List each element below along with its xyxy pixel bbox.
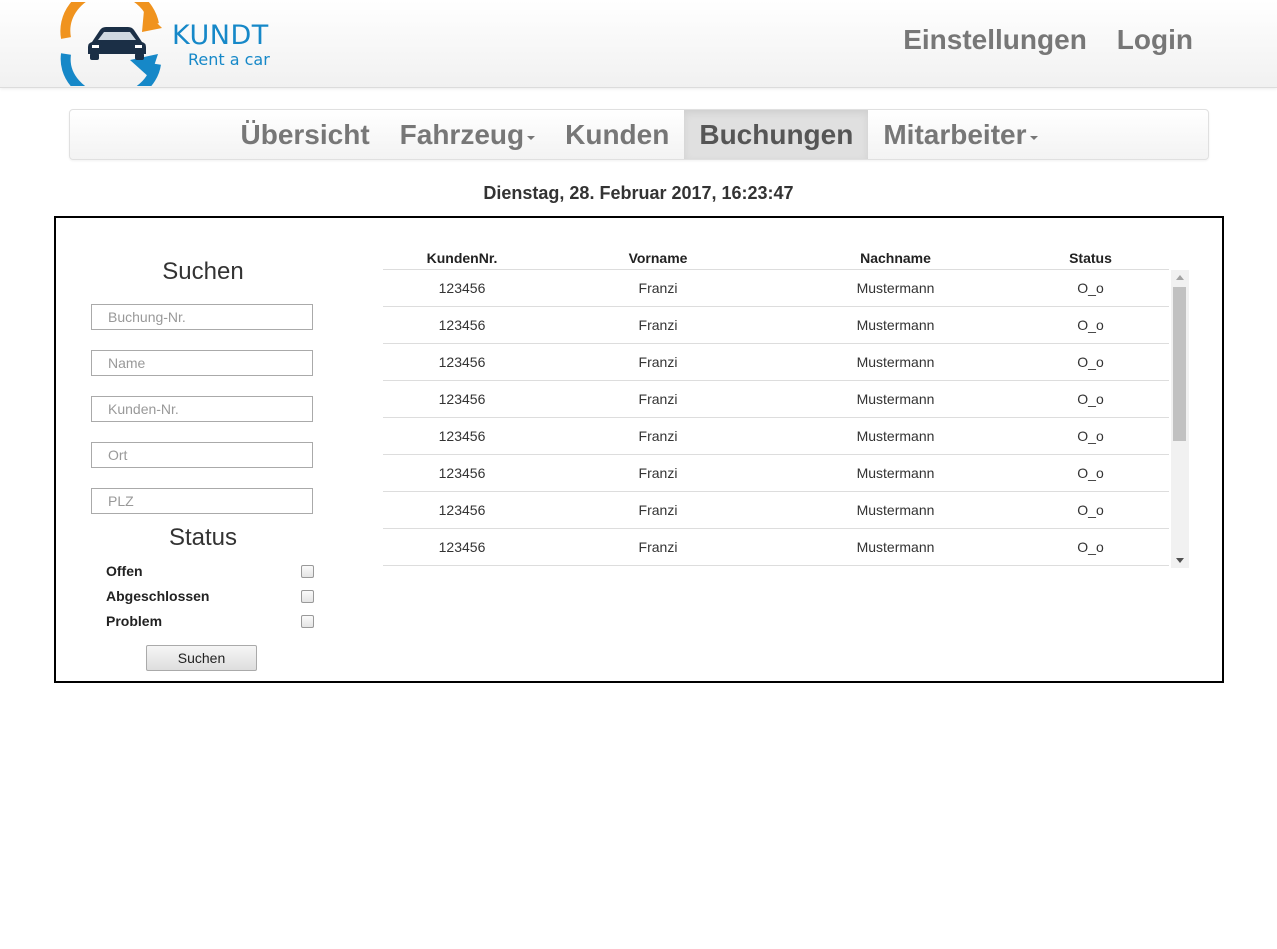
search-title: Suchen — [162, 258, 244, 285]
cell-vorname: Franzi — [638, 428, 678, 444]
cell-nachname: Mustermann — [856, 391, 935, 407]
cell-nachname: Mustermann — [856, 502, 935, 518]
nav-item-kunden[interactable]: Kunden — [550, 110, 684, 159]
caret-down-icon — [527, 135, 536, 140]
cell-vorname: Franzi — [638, 502, 678, 518]
search-button[interactable]: Suchen — [146, 645, 257, 671]
cell-status: O_o — [1077, 317, 1104, 333]
cell-nachname: Mustermann — [856, 280, 935, 296]
name-input[interactable] — [91, 350, 313, 376]
cell-kundennr: 123456 — [438, 502, 486, 518]
checkbox-label: Offen — [106, 563, 143, 579]
cell-status: O_o — [1077, 502, 1104, 518]
settings-link[interactable]: Einstellungen — [903, 24, 1087, 56]
cell-nachname: Mustermann — [856, 465, 935, 481]
table-row[interactable]: 123456 Franzi Mustermann O_o — [383, 381, 1169, 418]
nav-item-label: Kunden — [565, 118, 670, 150]
nav-item-label: Übersicht — [240, 118, 370, 150]
cell-status: O_o — [1077, 539, 1104, 555]
city-input[interactable] — [91, 442, 313, 468]
brand-logo[interactable]: KUNDT Rent a car — [58, 2, 298, 86]
cell-vorname: Franzi — [638, 539, 678, 555]
table-header: KundenNr. Vorname Nachname Status — [383, 248, 1169, 270]
nav-item-label: Mitarbeiter — [883, 118, 1027, 150]
status-option-offen: Offen — [106, 563, 314, 581]
brand-name: KUNDT — [172, 20, 269, 51]
cell-nachname: Mustermann — [856, 428, 935, 444]
cell-status: O_o — [1077, 280, 1104, 296]
cell-status: O_o — [1077, 391, 1104, 407]
current-datetime: Dienstag, 28. Februar 2017, 16:23:47 — [483, 183, 794, 203]
nav-item-uebersicht[interactable]: Übersicht — [226, 110, 385, 159]
cell-nachname: Mustermann — [856, 317, 935, 333]
column-header-kundennr[interactable]: KundenNr. — [403, 250, 521, 266]
nav-item-mitarbeiter[interactable]: Mitarbeiter — [868, 110, 1052, 159]
cell-status: O_o — [1077, 354, 1104, 370]
bookings-panel: Suchen Status Offen Abgeschlossen Proble… — [54, 216, 1224, 683]
column-header-status[interactable]: Status — [1043, 250, 1138, 266]
nav-item-label: Fahrzeug — [399, 118, 525, 150]
main-navigation: Übersicht Fahrzeug Kunden Buchungen Mita… — [69, 109, 1209, 160]
cell-kundennr: 123456 — [438, 391, 486, 407]
checkbox-label: Problem — [106, 613, 163, 629]
nav-item-label: Buchungen — [699, 118, 854, 150]
problem-checkbox[interactable] — [301, 615, 314, 628]
abgeschlossen-checkbox[interactable] — [301, 590, 314, 603]
table-row[interactable]: 123456 Franzi Mustermann O_o — [383, 307, 1169, 344]
cell-vorname: Franzi — [638, 280, 678, 296]
column-header-vorname[interactable]: Vorname — [583, 250, 733, 266]
postal-code-input[interactable] — [91, 488, 313, 514]
booking-number-input[interactable] — [91, 304, 313, 330]
login-link[interactable]: Login — [1117, 24, 1193, 56]
table-row[interactable]: 123456 Franzi Mustermann O_o — [383, 529, 1169, 566]
table-body: 123456 Franzi Mustermann O_o 123456 Fran… — [383, 270, 1169, 566]
cell-nachname: Mustermann — [856, 354, 935, 370]
brand-tagline: Rent a car — [188, 50, 270, 69]
cell-kundennr: 123456 — [438, 465, 486, 481]
table-scrollbar[interactable] — [1171, 270, 1189, 568]
car-swap-logo-icon — [60, 2, 162, 86]
cell-kundennr: 123456 — [438, 428, 486, 444]
top-nav: Einstellungen Login — [903, 24, 1193, 56]
status-option-abgeschlossen: Abgeschlossen — [106, 588, 314, 606]
cell-vorname: Franzi — [638, 465, 678, 481]
cell-kundennr: 123456 — [438, 539, 486, 555]
cell-kundennr: 123456 — [438, 354, 486, 370]
table-row[interactable]: 123456 Franzi Mustermann O_o — [383, 344, 1169, 381]
customer-number-input[interactable] — [91, 396, 313, 422]
table-row[interactable]: 123456 Franzi Mustermann O_o — [383, 455, 1169, 492]
cell-status: O_o — [1077, 465, 1104, 481]
checkbox-label: Abgeschlossen — [106, 588, 210, 604]
cell-vorname: Franzi — [638, 391, 678, 407]
status-title: Status — [168, 524, 238, 551]
top-bar: KUNDT Rent a car Einstellungen Login — [0, 0, 1277, 88]
cell-vorname: Franzi — [638, 317, 678, 333]
table-row[interactable]: 123456 Franzi Mustermann O_o — [383, 270, 1169, 307]
nav-item-fahrzeug[interactable]: Fahrzeug — [385, 110, 550, 159]
status-option-problem: Problem — [106, 613, 314, 631]
caret-down-icon — [1029, 135, 1038, 140]
cell-nachname: Mustermann — [856, 539, 935, 555]
cell-vorname: Franzi — [638, 354, 678, 370]
scroll-up-arrow-icon[interactable] — [1176, 275, 1184, 280]
nav-item-buchungen[interactable]: Buchungen — [684, 110, 869, 159]
cell-kundennr: 123456 — [438, 317, 486, 333]
cell-status: O_o — [1077, 428, 1104, 444]
table-row[interactable]: 123456 Franzi Mustermann O_o — [383, 492, 1169, 529]
offen-checkbox[interactable] — [301, 565, 314, 578]
table-row[interactable]: 123456 Franzi Mustermann O_o — [383, 418, 1169, 455]
cell-kundennr: 123456 — [438, 280, 486, 296]
scrollbar-thumb[interactable] — [1173, 287, 1186, 441]
scroll-down-arrow-icon[interactable] — [1176, 558, 1184, 563]
column-header-nachname[interactable]: Nachname — [783, 250, 1008, 266]
